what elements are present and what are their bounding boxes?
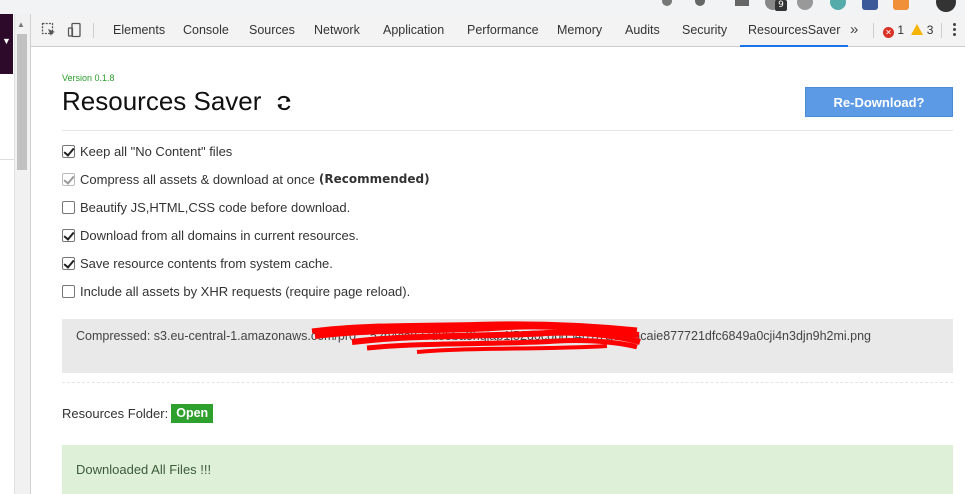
checkbox bbox=[62, 172, 75, 186]
version-label: Version 0.1.8 bbox=[62, 73, 115, 83]
inspect-element-icon[interactable] bbox=[41, 22, 57, 38]
checkbox[interactable] bbox=[62, 200, 75, 214]
extension-icon[interactable] bbox=[830, 0, 846, 10]
browser-toolbar: 9 bbox=[0, 0, 965, 14]
toolbar-divider bbox=[93, 23, 94, 38]
option-label: Include all assets by XHR requests (requ… bbox=[80, 283, 411, 299]
warning-count: 3 bbox=[926, 23, 934, 37]
extension-icon[interactable] bbox=[862, 0, 878, 10]
resources-folder-row: Resources Folder: Open bbox=[62, 404, 214, 423]
scroll-up-icon[interactable]: ▲ bbox=[17, 20, 25, 29]
device-toolbar-icon[interactable] bbox=[67, 22, 83, 38]
tab-elements[interactable]: Elements bbox=[113, 14, 165, 47]
option-label: Compress all assets & download at once bbox=[80, 171, 315, 187]
tab-application[interactable]: Application bbox=[383, 14, 444, 47]
option-recommended: (Recommended) bbox=[318, 172, 430, 186]
extension-icon[interactable] bbox=[735, 0, 749, 6]
issues-counter[interactable]: ✕ 1 3 bbox=[883, 14, 933, 47]
toolbar-divider bbox=[873, 23, 874, 38]
devtools-tabbar: Elements Console Sources Network Applica… bbox=[31, 14, 965, 47]
option-system-cache[interactable]: Save resource contents from system cache… bbox=[62, 254, 333, 272]
menu-kebab-icon[interactable] bbox=[953, 23, 957, 38]
tab-audits[interactable]: Audits bbox=[625, 14, 660, 47]
downloaded-alert: Downloaded All Files !!! bbox=[62, 445, 953, 494]
option-all-domains[interactable]: Download from all domains in current res… bbox=[62, 226, 359, 244]
toolbar-divider bbox=[941, 23, 942, 38]
error-icon: ✕ bbox=[883, 27, 894, 38]
tab-sources[interactable]: Sources bbox=[249, 14, 295, 47]
inspected-page-edge: ▼ ▲ bbox=[0, 14, 31, 494]
warning-icon bbox=[911, 24, 924, 35]
redownload-button[interactable]: Re-Download? bbox=[805, 87, 953, 117]
option-compress-assets: Compress all assets & download at once (… bbox=[62, 170, 430, 188]
chevron-down-icon: ▼ bbox=[2, 36, 11, 46]
tab-network[interactable]: Network bbox=[314, 14, 360, 47]
checkbox[interactable] bbox=[62, 256, 75, 270]
checkbox[interactable] bbox=[62, 284, 75, 298]
extension-icon[interactable] bbox=[893, 0, 909, 10]
checkbox[interactable] bbox=[62, 228, 75, 242]
option-label: Keep all "No Content" files bbox=[80, 143, 233, 159]
redaction-scribble bbox=[311, 321, 641, 354]
bookmark-star-icon[interactable] bbox=[695, 0, 705, 6]
extension-icon[interactable] bbox=[797, 0, 813, 10]
option-label: Download from all domains in current res… bbox=[80, 227, 359, 243]
divider bbox=[0, 159, 14, 160]
option-label: Beautify JS,HTML,CSS code before downloa… bbox=[80, 199, 351, 215]
checkbox[interactable] bbox=[62, 144, 75, 158]
page-header-fragment: ▼ bbox=[0, 14, 13, 74]
extension-badge: 9 bbox=[775, 0, 787, 11]
option-label: Save resource contents from system cache… bbox=[80, 255, 333, 271]
tab-performance[interactable]: Performance bbox=[467, 14, 539, 47]
page-title: Resources Saver bbox=[62, 86, 293, 117]
search-icon[interactable] bbox=[662, 0, 672, 6]
tab-resourcessaver[interactable]: ResourcesSaver bbox=[740, 14, 849, 47]
open-folder-button[interactable]: Open bbox=[171, 404, 214, 423]
option-beautify[interactable]: Beautify JS,HTML,CSS code before downloa… bbox=[62, 198, 350, 216]
tab-security[interactable]: Security bbox=[682, 14, 727, 47]
divider bbox=[62, 382, 953, 383]
avatar[interactable] bbox=[936, 0, 956, 12]
resources-folder-label: Resources Folder: bbox=[62, 406, 169, 421]
option-keep-no-content[interactable]: Keep all "No Content" files bbox=[62, 142, 232, 160]
tab-memory[interactable]: Memory bbox=[557, 14, 602, 47]
divider bbox=[62, 130, 953, 131]
error-count: 1 bbox=[897, 23, 905, 37]
tab-console[interactable]: Console bbox=[183, 14, 229, 47]
resourcessaver-panel: Version 0.1.8 Resources Saver Re-Downloa… bbox=[32, 48, 965, 494]
refresh-icon[interactable] bbox=[275, 94, 293, 112]
option-xhr-requests[interactable]: Include all assets by XHR requests (requ… bbox=[62, 282, 410, 300]
title-text: Resources Saver bbox=[62, 86, 262, 116]
more-tabs-icon[interactable]: » bbox=[850, 14, 858, 45]
scrollbar-thumb[interactable] bbox=[17, 34, 27, 170]
